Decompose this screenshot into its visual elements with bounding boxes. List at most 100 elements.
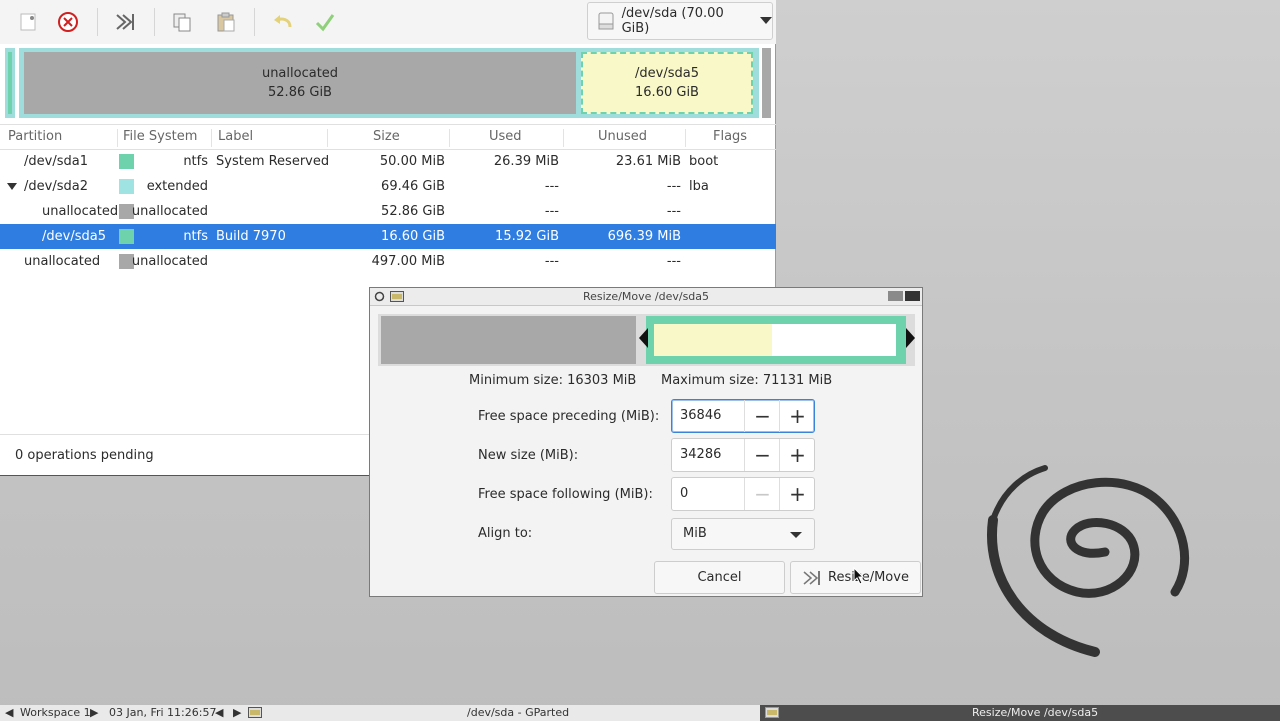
- align-to-label: Align to:: [478, 526, 533, 541]
- map-partition-sda1[interactable]: [5, 48, 15, 118]
- cell-size: 50.00 MiB: [379, 154, 445, 169]
- resize-move-icon: [803, 570, 821, 585]
- table-row[interactable]: /dev/sda1 ntfs System Reserved 50.00 MiB…: [0, 149, 776, 174]
- column-header-size[interactable]: Size: [328, 129, 450, 147]
- resize-move-button-label: Resize/Move: [828, 570, 909, 585]
- table-row[interactable]: /dev/sda2 extended 69.46 GiB --- --- lba: [0, 174, 776, 199]
- operations-pending-text: 0 operations pending: [15, 448, 154, 463]
- cell-filesystem: ntfs: [183, 229, 208, 244]
- task-next-icon[interactable]: ▶: [233, 706, 241, 719]
- minimum-size-text: Minimum size: 16303 MiB: [469, 373, 637, 388]
- cell-filesystem: extended: [146, 179, 208, 194]
- cell-used: ---: [544, 204, 559, 219]
- column-header-filesystem[interactable]: File System: [117, 129, 212, 147]
- resizer-free-space-preceding: [381, 316, 636, 364]
- bottom-panel: ◀ Workspace 1 ▶ 03 Jan, Fri 11:26:57 ◀ ▶…: [0, 704, 1280, 721]
- table-row[interactable]: unallocated unallocated 52.86 GiB --- --…: [0, 199, 776, 224]
- debian-logo: [987, 465, 1190, 657]
- resize-move-icon[interactable]: [110, 8, 140, 36]
- map-sda5-label: /dev/sda5: [635, 66, 699, 81]
- cell-partition: /dev/sda5: [42, 229, 106, 244]
- cell-used: ---: [544, 179, 559, 194]
- increment-button[interactable]: +: [779, 478, 815, 510]
- cell-unused: ---: [666, 204, 681, 219]
- table-row-selected[interactable]: /dev/sda5 ntfs Build 7970 16.60 GiB 15.9…: [0, 224, 776, 249]
- increment-button[interactable]: +: [779, 400, 815, 432]
- chevron-down-icon: [790, 532, 802, 538]
- map-unallocated-tail[interactable]: [762, 48, 771, 118]
- resize-move-dialog: Resize/Move /dev/sda5 Minimum size: 1630…: [369, 287, 923, 597]
- device-selector[interactable]: /dev/sda (70.00 GiB): [587, 2, 773, 40]
- apply-icon[interactable]: [310, 8, 340, 36]
- cell-partition: unallocated: [42, 204, 119, 219]
- taskbar-item-resize-move[interactable]: Resize/Move /dev/sda5: [760, 705, 1280, 721]
- cell-size: 497.00 MiB: [371, 254, 445, 269]
- taskbar-app-icon: [248, 707, 262, 718]
- decrement-button[interactable]: −: [744, 400, 780, 432]
- cell-partition: /dev/sda1: [24, 154, 88, 169]
- free-space-following-input[interactable]: 0: [680, 486, 688, 501]
- free-space-following-label: Free space following (MiB):: [478, 487, 653, 502]
- device-label: /dev/sda (70.00 GiB): [621, 6, 724, 36]
- new-size-label: New size (MiB):: [478, 448, 579, 463]
- dialog-title: Resize/Move /dev/sda5: [582, 290, 710, 303]
- resizer-right-handle[interactable]: [906, 328, 915, 348]
- task-prev-icon[interactable]: ◀: [215, 706, 223, 719]
- delete-icon[interactable]: [53, 8, 83, 36]
- map-partition-sda5[interactable]: /dev/sda5 16.60 GiB: [581, 52, 753, 114]
- cell-unused: ---: [666, 179, 681, 194]
- cell-partition: unallocated: [24, 254, 101, 269]
- workspace-prev-icon[interactable]: ◀: [5, 706, 13, 719]
- copy-icon[interactable]: [167, 8, 197, 36]
- free-space-preceding-label: Free space preceding (MiB):: [478, 409, 660, 424]
- table-row[interactable]: unallocated unallocated 497.00 MiB --- -…: [0, 249, 776, 274]
- resizer-left-handle[interactable]: [639, 328, 648, 348]
- map-unallocated-label: unallocated: [261, 66, 339, 81]
- taskbar-item-label: Resize/Move /dev/sda5: [972, 706, 1099, 719]
- toolbar: /dev/sda (70.00 GiB): [0, 0, 776, 44]
- dialog-titlebar[interactable]: Resize/Move /dev/sda5: [370, 288, 922, 306]
- decrement-button[interactable]: −: [744, 439, 780, 471]
- new-icon[interactable]: [13, 8, 43, 36]
- cell-filesystem: ntfs: [183, 154, 208, 169]
- free-space-preceding-spinner[interactable]: 36846 − +: [671, 399, 815, 433]
- new-size-input[interactable]: 34286: [680, 447, 721, 462]
- free-space-following-spinner[interactable]: 0 − +: [671, 477, 815, 511]
- paste-icon[interactable]: [211, 8, 241, 36]
- minimize-button[interactable]: [888, 291, 903, 301]
- undo-icon[interactable]: [268, 8, 298, 36]
- taskbar-item-gparted[interactable]: /dev/sda - GParted: [467, 706, 569, 719]
- align-to-dropdown[interactable]: MiB: [671, 518, 815, 550]
- cell-used: ---: [544, 254, 559, 269]
- status-bar: 0 operations pending: [0, 434, 370, 475]
- free-space-preceding-input[interactable]: 36846: [680, 408, 721, 423]
- new-size-spinner[interactable]: 34286 − +: [671, 438, 815, 472]
- column-header-partition[interactable]: Partition: [2, 129, 118, 147]
- cancel-button[interactable]: Cancel: [654, 561, 785, 594]
- close-button[interactable]: [905, 291, 920, 301]
- filesystem-color-swatch: [119, 229, 134, 244]
- cell-filesystem: unallocated: [131, 204, 208, 219]
- mouse-pointer-icon: [853, 567, 865, 585]
- column-header-flags[interactable]: Flags: [686, 129, 776, 147]
- disk-graphic-map: unallocated 52.86 GiB /dev/sda5 16.60 Gi…: [5, 48, 773, 118]
- chevron-down-icon: [760, 17, 772, 24]
- resizer-unused-space: [772, 324, 896, 356]
- map-sda5-size: 16.60 GiB: [635, 85, 699, 100]
- workspace-label[interactable]: Workspace 1: [20, 706, 91, 719]
- column-header-used[interactable]: Used: [450, 129, 564, 147]
- cell-unused: 696.39 MiB: [607, 229, 681, 244]
- increment-button[interactable]: +: [779, 439, 815, 471]
- decrement-button: −: [744, 478, 780, 510]
- cell-size: 69.46 GiB: [381, 179, 445, 194]
- workspace-next-icon[interactable]: ▶: [90, 706, 98, 719]
- toolbar-separator: [97, 8, 98, 36]
- partition-resizer[interactable]: [378, 314, 915, 366]
- expander-down-icon[interactable]: [7, 183, 17, 191]
- cell-label: System Reserved: [216, 154, 330, 169]
- column-header-unused[interactable]: Unused: [564, 129, 686, 147]
- resizer-used-space: [654, 324, 772, 356]
- column-header-label[interactable]: Label: [212, 129, 328, 147]
- map-unallocated[interactable]: unallocated 52.86 GiB: [24, 52, 576, 114]
- cell-used: 26.39 MiB: [493, 154, 559, 169]
